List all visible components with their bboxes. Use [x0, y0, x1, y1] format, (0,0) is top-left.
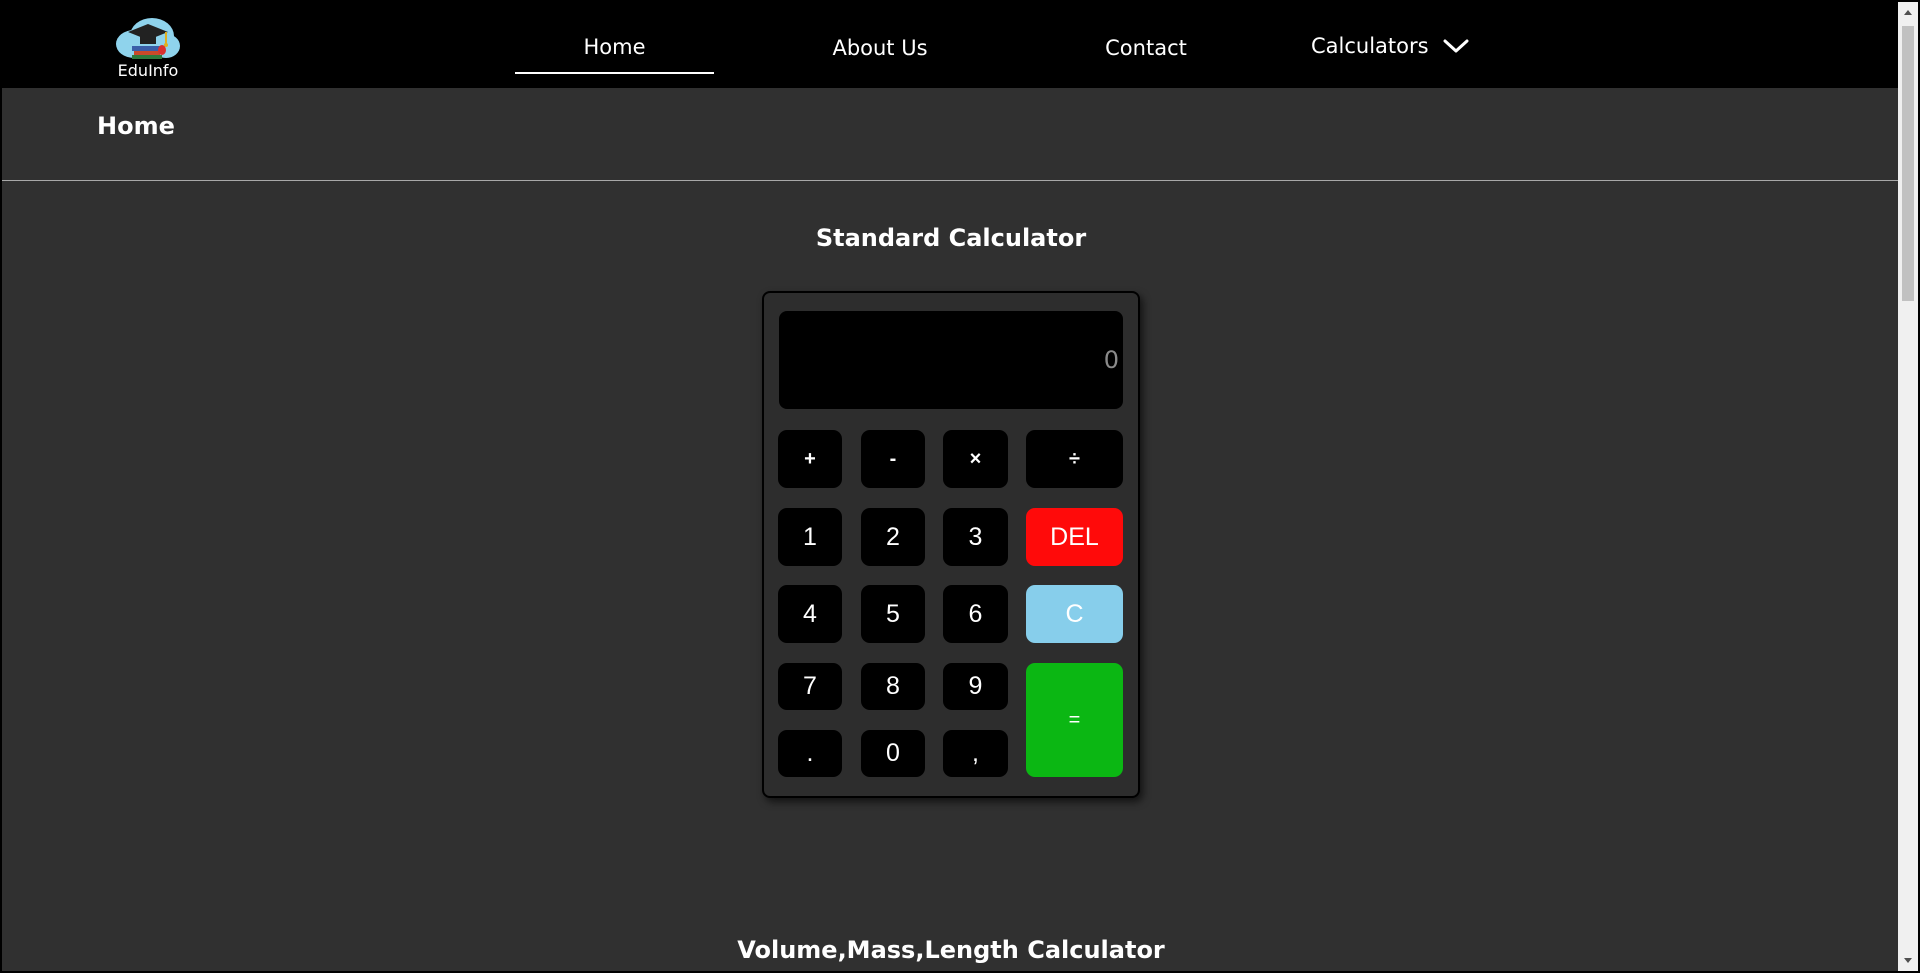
scroll-up-arrow-icon[interactable]	[1904, 10, 1912, 15]
nav-calculators-dropdown[interactable]: Calculators	[1311, 34, 1469, 58]
nav-home-link[interactable]: Home	[515, 35, 714, 59]
digit-0-button[interactable]: 0	[861, 730, 925, 777]
vertical-scrollbar[interactable]	[1898, 2, 1918, 971]
scrollbar-thumb[interactable]	[1902, 26, 1914, 301]
page: EduInfo Home About Us Contact Calculator…	[0, 0, 1920, 973]
digit-6-button[interactable]: 6	[943, 585, 1008, 643]
decimal-point-button[interactable]: .	[778, 730, 842, 777]
multiply-button[interactable]: ×	[943, 430, 1008, 488]
calculator-display: 0	[779, 311, 1123, 409]
nav-contact-link[interactable]: Contact	[1086, 36, 1206, 60]
chevron-down-icon	[1443, 39, 1469, 53]
brand-name: EduInfo	[117, 61, 179, 80]
nav-about-link[interactable]: About Us	[812, 36, 948, 60]
navbar: EduInfo Home About Us Contact Calculator…	[2, 2, 1900, 88]
graduation-cap-cloud-icon	[116, 18, 180, 59]
digit-1-button[interactable]: 1	[778, 508, 842, 566]
comma-button[interactable]: ,	[943, 730, 1008, 777]
brand-logo[interactable]: EduInfo	[110, 12, 186, 82]
volume-mass-length-calculator-title: Volume,Mass,Length Calculator	[737, 936, 1165, 964]
active-nav-underline	[515, 72, 714, 74]
digit-2-button[interactable]: 2	[861, 508, 925, 566]
nav-calculators-label: Calculators	[1311, 34, 1429, 58]
page-title: Home	[97, 112, 175, 140]
digit-3-button[interactable]: 3	[943, 508, 1008, 566]
divide-button[interactable]: ÷	[1026, 430, 1123, 488]
standard-calculator-title: Standard Calculator	[815, 224, 1087, 252]
digit-8-button[interactable]: 8	[861, 663, 925, 710]
digit-4-button[interactable]: 4	[778, 585, 842, 643]
equals-button[interactable]: =	[1026, 663, 1123, 777]
page-header: Home	[2, 88, 1900, 181]
clear-button[interactable]: C	[1026, 585, 1123, 643]
delete-button[interactable]: DEL	[1026, 508, 1123, 566]
standard-calculator: 0 + - × ÷ 1 2 3 DEL 4 5 6 C 7 8 9 = . 0 …	[762, 291, 1140, 798]
digit-5-button[interactable]: 5	[861, 585, 925, 643]
minus-button[interactable]: -	[861, 430, 925, 488]
digit-7-button[interactable]: 7	[778, 663, 842, 710]
scroll-down-arrow-icon[interactable]	[1904, 958, 1912, 963]
plus-button[interactable]: +	[778, 430, 842, 488]
digit-9-button[interactable]: 9	[943, 663, 1008, 710]
